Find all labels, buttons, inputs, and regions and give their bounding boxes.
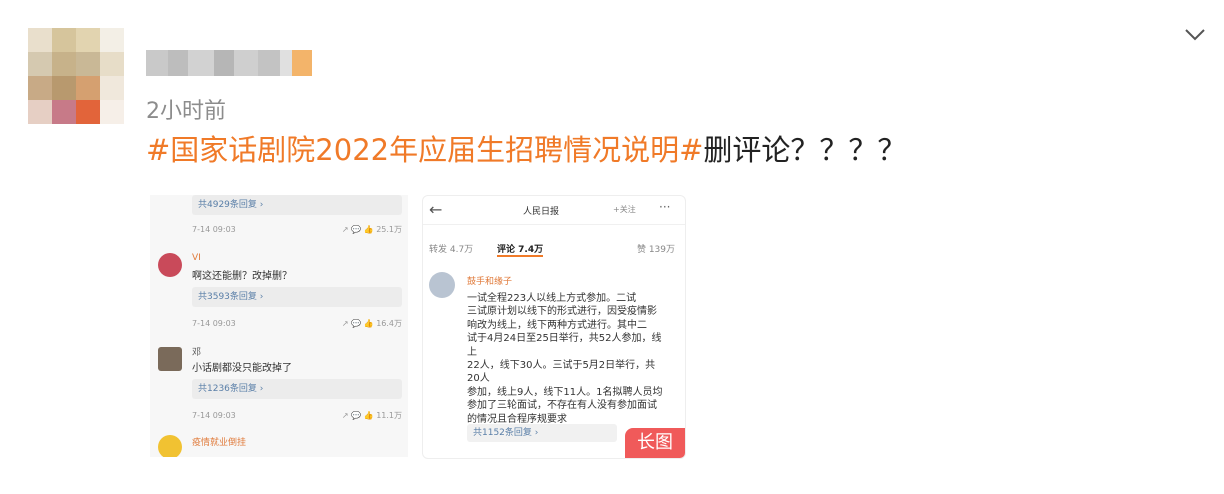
follow-button: +关注 [613, 205, 636, 214]
comment-avatar [158, 435, 182, 457]
comment-actions: 7-14 09:03 ↗ 💬 👍 16.4万 [192, 318, 402, 328]
comment-avatar [158, 347, 182, 371]
commenter-name: 鼓手和缘子 [467, 277, 513, 287]
post-body: 删评论？？？？ [703, 133, 907, 167]
tab-repost: 转发 4.7万 [429, 245, 474, 255]
avatar[interactable] [28, 28, 124, 124]
comment-username: 邓 [192, 348, 202, 358]
hashtag-link[interactable]: #国家话剧院2022年应届生招聘情况说明# [146, 133, 703, 167]
comment-username: VI [192, 253, 201, 263]
reply-count-chip: 共1152条回复 › [467, 424, 617, 442]
comment-text: 啊这还能删？改掉删？ [192, 271, 292, 282]
article-tabs: 转发 4.7万 评论 7.4万 赞 139万 [423, 236, 685, 258]
comment-actions: 7-14 09:03 ↗ 💬 👍 25.1万 [192, 224, 402, 234]
comment-screenshot-image[interactable]: 共4929条回复 › 7-14 09:03 ↗ 💬 👍 25.1万 VI 啊这还… [150, 195, 408, 457]
comment-username: 疫情就业倒挂 [192, 438, 247, 448]
post-text: #国家话剧院2022年应届生招聘情况说明#删评论？？？？ [146, 132, 906, 168]
comment-text: 小话剧都没只能改掉了 [192, 363, 292, 374]
reply-count-chip: 共3593条回复 › [192, 287, 402, 307]
article-header: ← 人民日报 +关注 ··· [423, 196, 685, 225]
reply-count-chip: 共1236条回复 › [192, 379, 402, 399]
commenter-avatar [429, 272, 455, 298]
post-timestamp: 2小时前 [146, 99, 226, 124]
account-name: 人民日报 [523, 207, 560, 217]
username-blurred[interactable] [146, 50, 312, 76]
article-body: 一试全程223人以线上方式参加。二试 三试原计划以线下的形式进行，因受疫情影 响… [467, 293, 663, 425]
more-icon: ··· [659, 200, 671, 214]
article-screenshot-image[interactable]: ← 人民日报 +关注 ··· 转发 4.7万 评论 7.4万 赞 139万 鼓手… [422, 195, 686, 459]
reply-count-chip: 共4929条回复 › [192, 195, 402, 215]
comment-actions: 7-14 09:03 ↗ 💬 👍 11.1万 [192, 410, 402, 420]
chevron-down-icon[interactable] [1184, 26, 1206, 44]
long-image-badge: 长图 [625, 428, 685, 458]
tab-likes: 赞 139万 [636, 245, 675, 255]
tab-comments: 评论 7.4万 [497, 242, 544, 257]
comment-avatar [158, 253, 182, 277]
back-arrow-icon: ← [429, 200, 443, 219]
